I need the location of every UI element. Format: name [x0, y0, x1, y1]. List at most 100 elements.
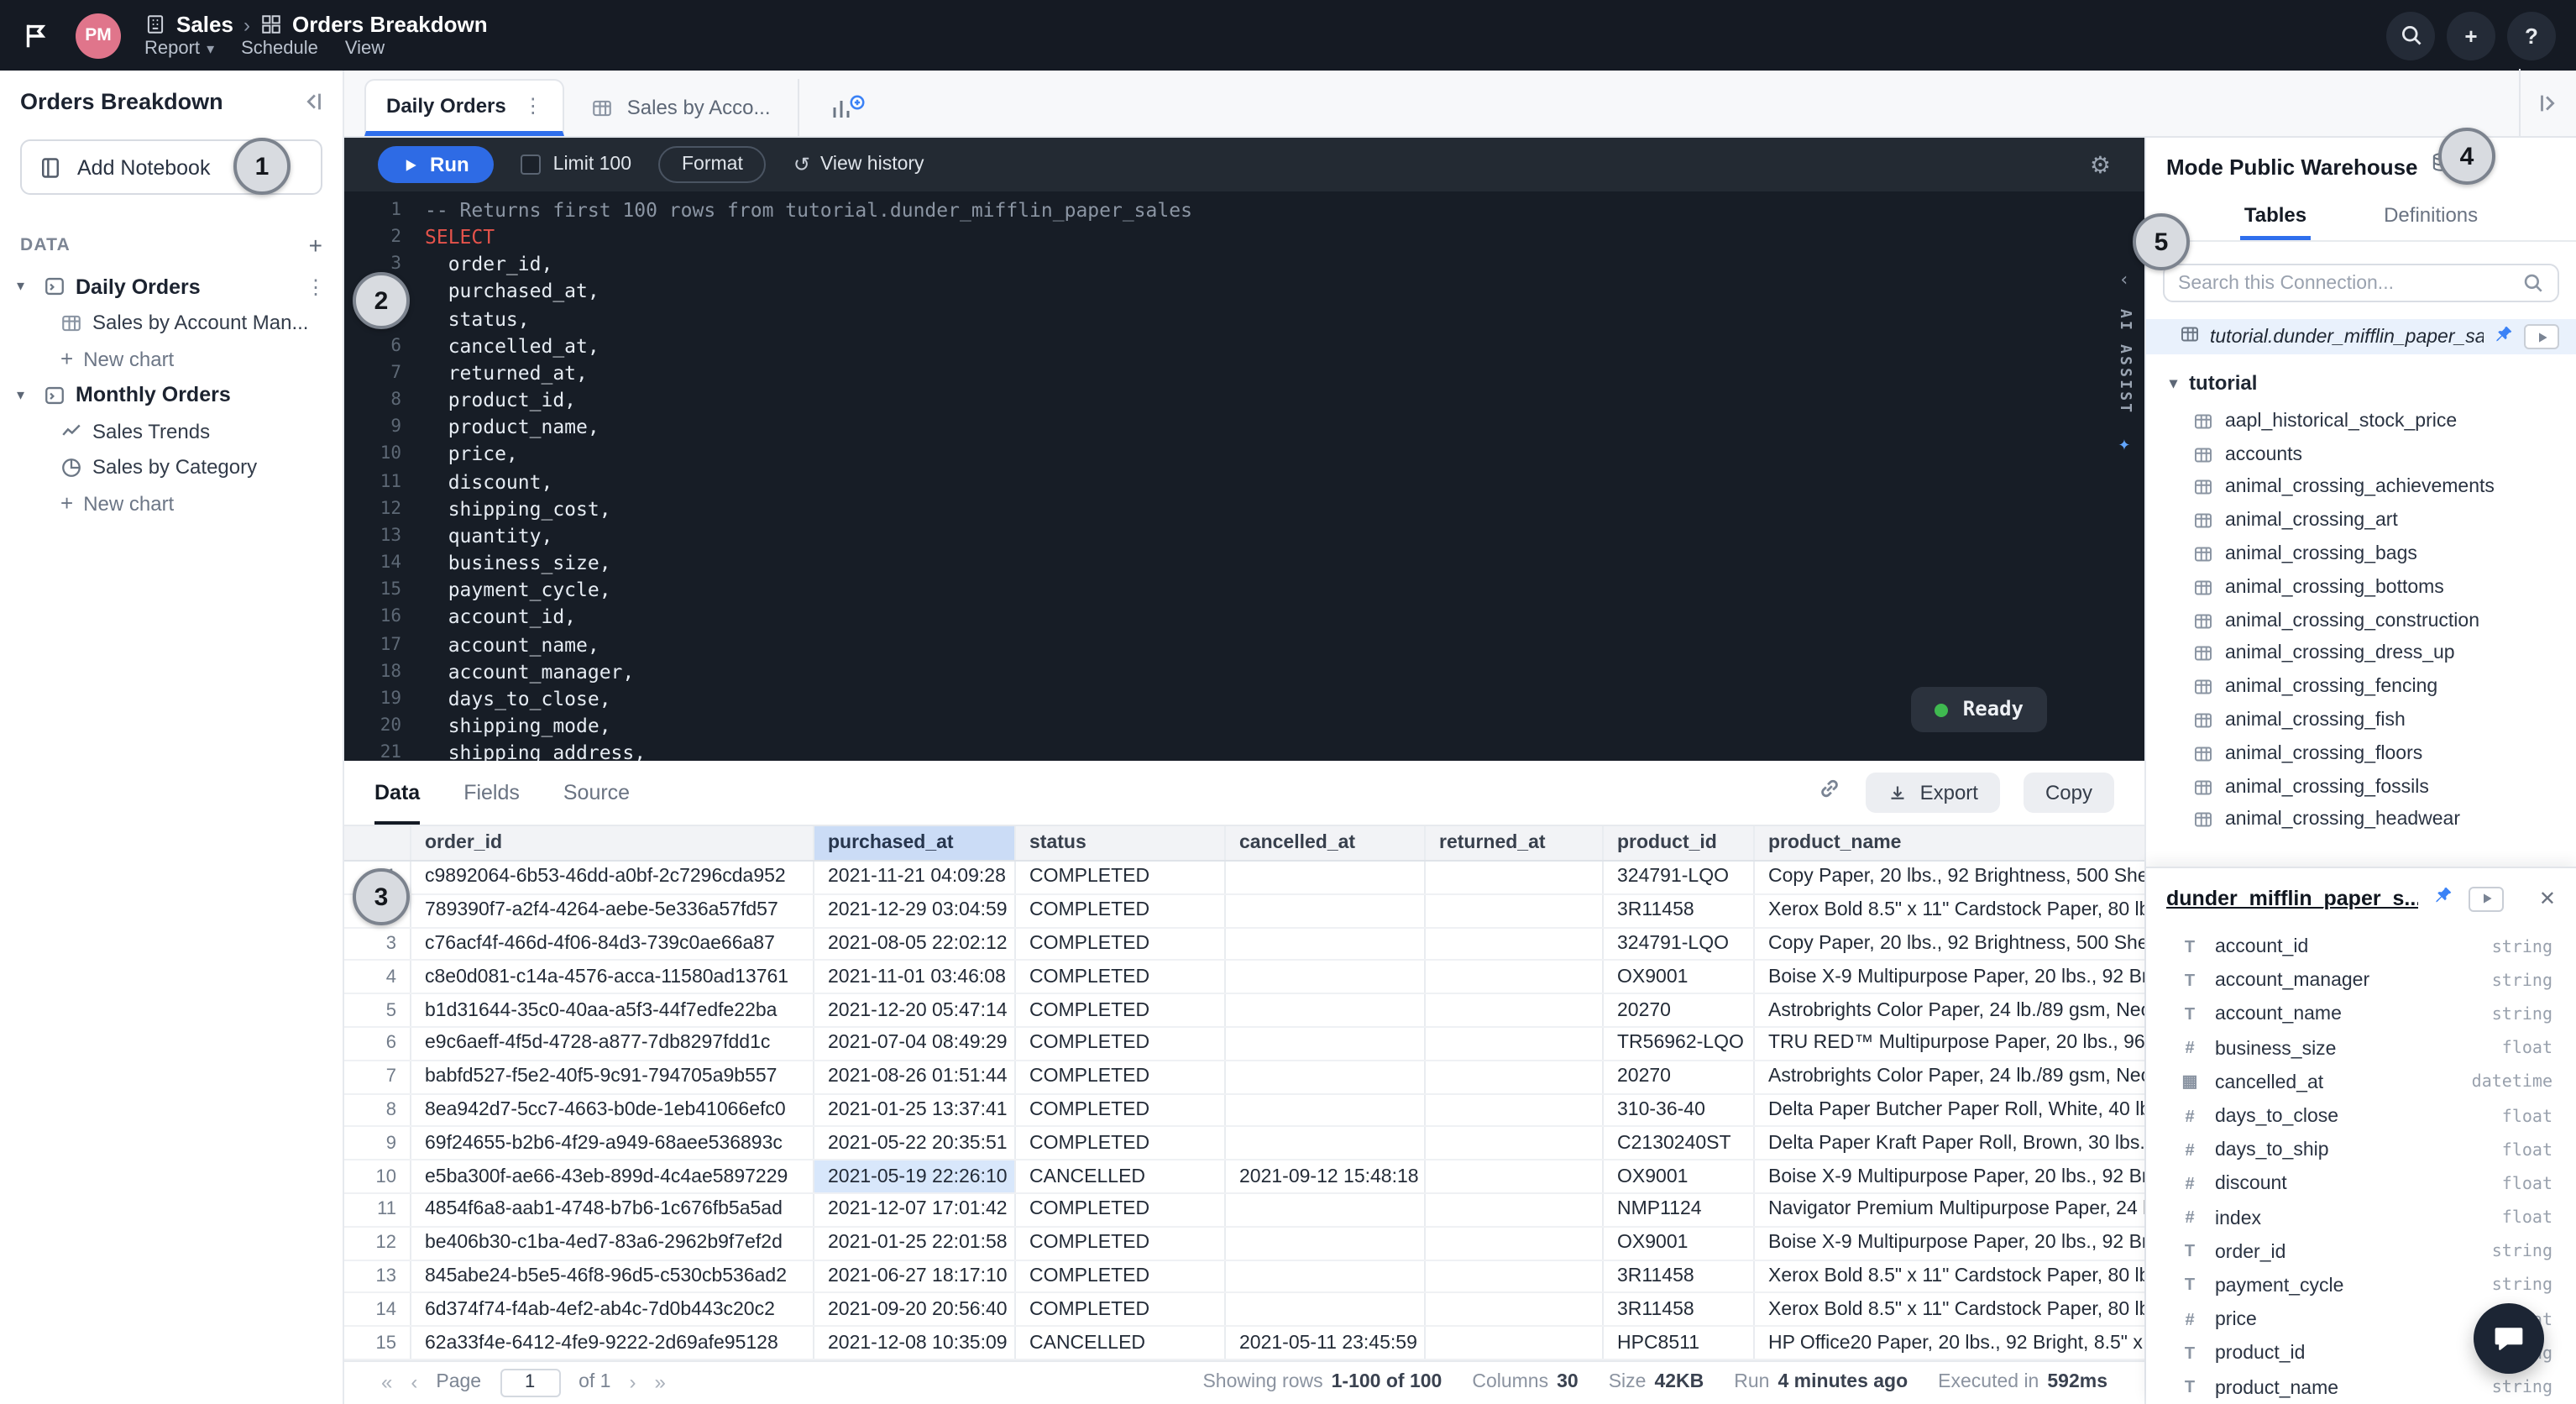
close-icon[interactable]: ✕: [2539, 887, 2556, 910]
table-list-item[interactable]: animal_crossing_bottoms: [2146, 571, 2576, 605]
run-time-label: Run: [1734, 1373, 1769, 1393]
run-button[interactable]: Run: [378, 146, 495, 183]
view-history-button[interactable]: ↺ View history: [793, 153, 924, 176]
field-row[interactable]: product_name string: [2146, 1371, 2576, 1404]
help-button[interactable]: ?: [2507, 11, 2556, 60]
field-row[interactable]: business_size float: [2146, 1032, 2576, 1066]
table-list-item[interactable]: animal_crossing_dress_up: [2146, 637, 2576, 671]
sidebar-item-sales-trends[interactable]: Sales Trends: [0, 413, 343, 449]
editor-settings-gear-icon[interactable]: ⚙: [2090, 150, 2111, 179]
field-row[interactable]: order_id string: [2146, 1235, 2576, 1269]
connection-search-box[interactable]: [2163, 264, 2559, 302]
table-header-row: order_id purchased_at status cancelled_a…: [344, 825, 2144, 862]
tab-sales-by-account[interactable]: Sales by Acco...: [565, 79, 799, 136]
field-type: float: [2502, 1040, 2552, 1058]
limit-checkbox-group[interactable]: Limit 100: [521, 155, 631, 175]
prev-page-button[interactable]: ‹: [411, 1371, 417, 1395]
next-page-button[interactable]: ›: [629, 1371, 636, 1395]
pin-icon[interactable]: [2494, 324, 2514, 349]
pinned-table-row[interactable]: tutorial.dunder_mifflin_paper_sales: [2146, 319, 2576, 354]
format-button[interactable]: Format: [658, 146, 767, 183]
cancelled-at-cell: [1226, 961, 1426, 993]
tab-tables[interactable]: Tables: [2241, 191, 2310, 240]
limit-checkbox[interactable]: [521, 155, 542, 175]
preview-table-button[interactable]: [2469, 886, 2504, 911]
table-list-item[interactable]: aapl_historical_stock_price: [2146, 405, 2576, 438]
copy-button[interactable]: Copy: [2024, 773, 2114, 813]
table-list-item[interactable]: animal_crossing_bags: [2146, 537, 2576, 571]
field-row[interactable]: discount float: [2146, 1168, 2576, 1202]
field-row[interactable]: account_name string: [2146, 998, 2576, 1032]
right-panel-collapse-button[interactable]: [2519, 69, 2576, 136]
column-header-purchased-at[interactable]: purchased_at: [814, 826, 1016, 860]
field-row[interactable]: days_to_close float: [2146, 1100, 2576, 1134]
tab-data[interactable]: Data: [374, 761, 420, 825]
field-row[interactable]: payment_cycle string: [2146, 1270, 2576, 1303]
field-row[interactable]: account_id string: [2146, 930, 2576, 964]
breadcrumb-report-title[interactable]: Orders Breakdown: [292, 12, 488, 37]
code-editor-body[interactable]: 1 -- Returns first 100 rows from tutoria…: [344, 191, 2144, 761]
preview-table-button[interactable]: [2524, 324, 2559, 349]
search-button[interactable]: [2386, 11, 2435, 60]
table-list-item[interactable]: animal_crossing_fish: [2146, 704, 2576, 737]
sidebar-item-monthly-orders[interactable]: ▾ Monthly Orders: [0, 377, 343, 413]
new-chart-button[interactable]: + New chart: [0, 485, 343, 521]
link-icon[interactable]: [1818, 776, 1843, 809]
sparkle-icon[interactable]: ✦: [2118, 431, 2130, 458]
sidebar-item-daily-orders[interactable]: ▾ Daily Orders ⋮: [0, 269, 343, 305]
last-page-button[interactable]: »: [654, 1371, 665, 1395]
table-list-item[interactable]: animal_crossing_floors: [2146, 737, 2576, 771]
breadcrumb-workspace[interactable]: Sales: [176, 12, 233, 37]
table-list-item[interactable]: animal_crossing_fencing: [2146, 671, 2576, 705]
field-row[interactable]: cancelled_at datetime: [2146, 1066, 2576, 1100]
sidebar-item-sales-by-account-manager[interactable]: Sales by Account Man...: [0, 305, 343, 341]
tab-daily-orders[interactable]: Daily Orders ⋮: [364, 79, 565, 136]
tab-fields[interactable]: Fields: [463, 761, 520, 825]
table-list-item[interactable]: animal_crossing_achievements: [2146, 471, 2576, 505]
menu-report[interactable]: Report ▾: [144, 39, 214, 59]
new-chart-button[interactable]: + New chart: [0, 341, 343, 377]
tab-source[interactable]: Source: [563, 761, 630, 825]
new-button[interactable]: +: [2447, 11, 2495, 60]
mode-logo[interactable]: [20, 19, 52, 51]
column-header-cancelled-at[interactable]: cancelled_at: [1226, 826, 1426, 860]
table-list-item[interactable]: animal_crossing_headwear: [2146, 804, 2576, 837]
connection-selector[interactable]: Mode Public Warehouse ▾: [2146, 138, 2576, 191]
column-header-product-name[interactable]: product_name: [1755, 826, 2144, 860]
menu-schedule[interactable]: Schedule: [241, 39, 318, 59]
ai-assist-label[interactable]: AI ASSIST: [2111, 309, 2138, 415]
connection-search-input[interactable]: [2178, 273, 2512, 293]
table-list-item[interactable]: animal_crossing_fossils: [2146, 771, 2576, 804]
chat-widget-button[interactable]: [2474, 1303, 2544, 1374]
page-number-input[interactable]: [500, 1369, 560, 1397]
table-list-item[interactable]: accounts: [2146, 438, 2576, 472]
sidebar-collapse-icon[interactable]: [301, 88, 326, 113]
schema-table-link[interactable]: dunder_mifflin_paper_s...: [2166, 887, 2418, 910]
first-page-button[interactable]: «: [381, 1371, 392, 1395]
chevron-left-icon[interactable]: ‹: [2118, 267, 2129, 294]
column-header-status[interactable]: status: [1016, 826, 1226, 860]
ai-assist-strip[interactable]: ‹ AI ASSIST ✦: [2107, 267, 2141, 458]
field-row[interactable]: index float: [2146, 1202, 2576, 1235]
add-chart-button[interactable]: [830, 79, 867, 136]
column-header-order-id[interactable]: order_id: [411, 826, 814, 860]
schema-tutorial-header[interactable]: ▾ tutorial: [2146, 354, 2576, 405]
tab-definitions[interactable]: Definitions: [2380, 191, 2481, 240]
kebab-menu-icon[interactable]: ⋮: [523, 94, 543, 118]
menu-view[interactable]: View: [345, 39, 385, 59]
caret-down-icon[interactable]: ▾: [2170, 374, 2177, 392]
caret-down-icon[interactable]: ▾: [17, 278, 34, 296]
table-list-item[interactable]: animal_crossing_art: [2146, 505, 2576, 538]
avatar[interactable]: PM: [76, 13, 121, 58]
sidebar-item-sales-by-category[interactable]: Sales by Category: [0, 449, 343, 485]
field-row[interactable]: days_to_ship float: [2146, 1134, 2576, 1167]
table-list-item[interactable]: animal_crossing_construction: [2146, 605, 2576, 638]
column-header-product-id[interactable]: product_id: [1604, 826, 1755, 860]
kebab-menu-icon[interactable]: ⋮: [306, 275, 326, 299]
pin-icon[interactable]: [2433, 883, 2453, 914]
export-button[interactable]: Export: [1867, 773, 2000, 813]
field-row[interactable]: account_manager string: [2146, 964, 2576, 998]
add-data-icon[interactable]: +: [309, 232, 322, 259]
caret-down-icon[interactable]: ▾: [17, 386, 34, 405]
column-header-returned-at[interactable]: returned_at: [1426, 826, 1604, 860]
